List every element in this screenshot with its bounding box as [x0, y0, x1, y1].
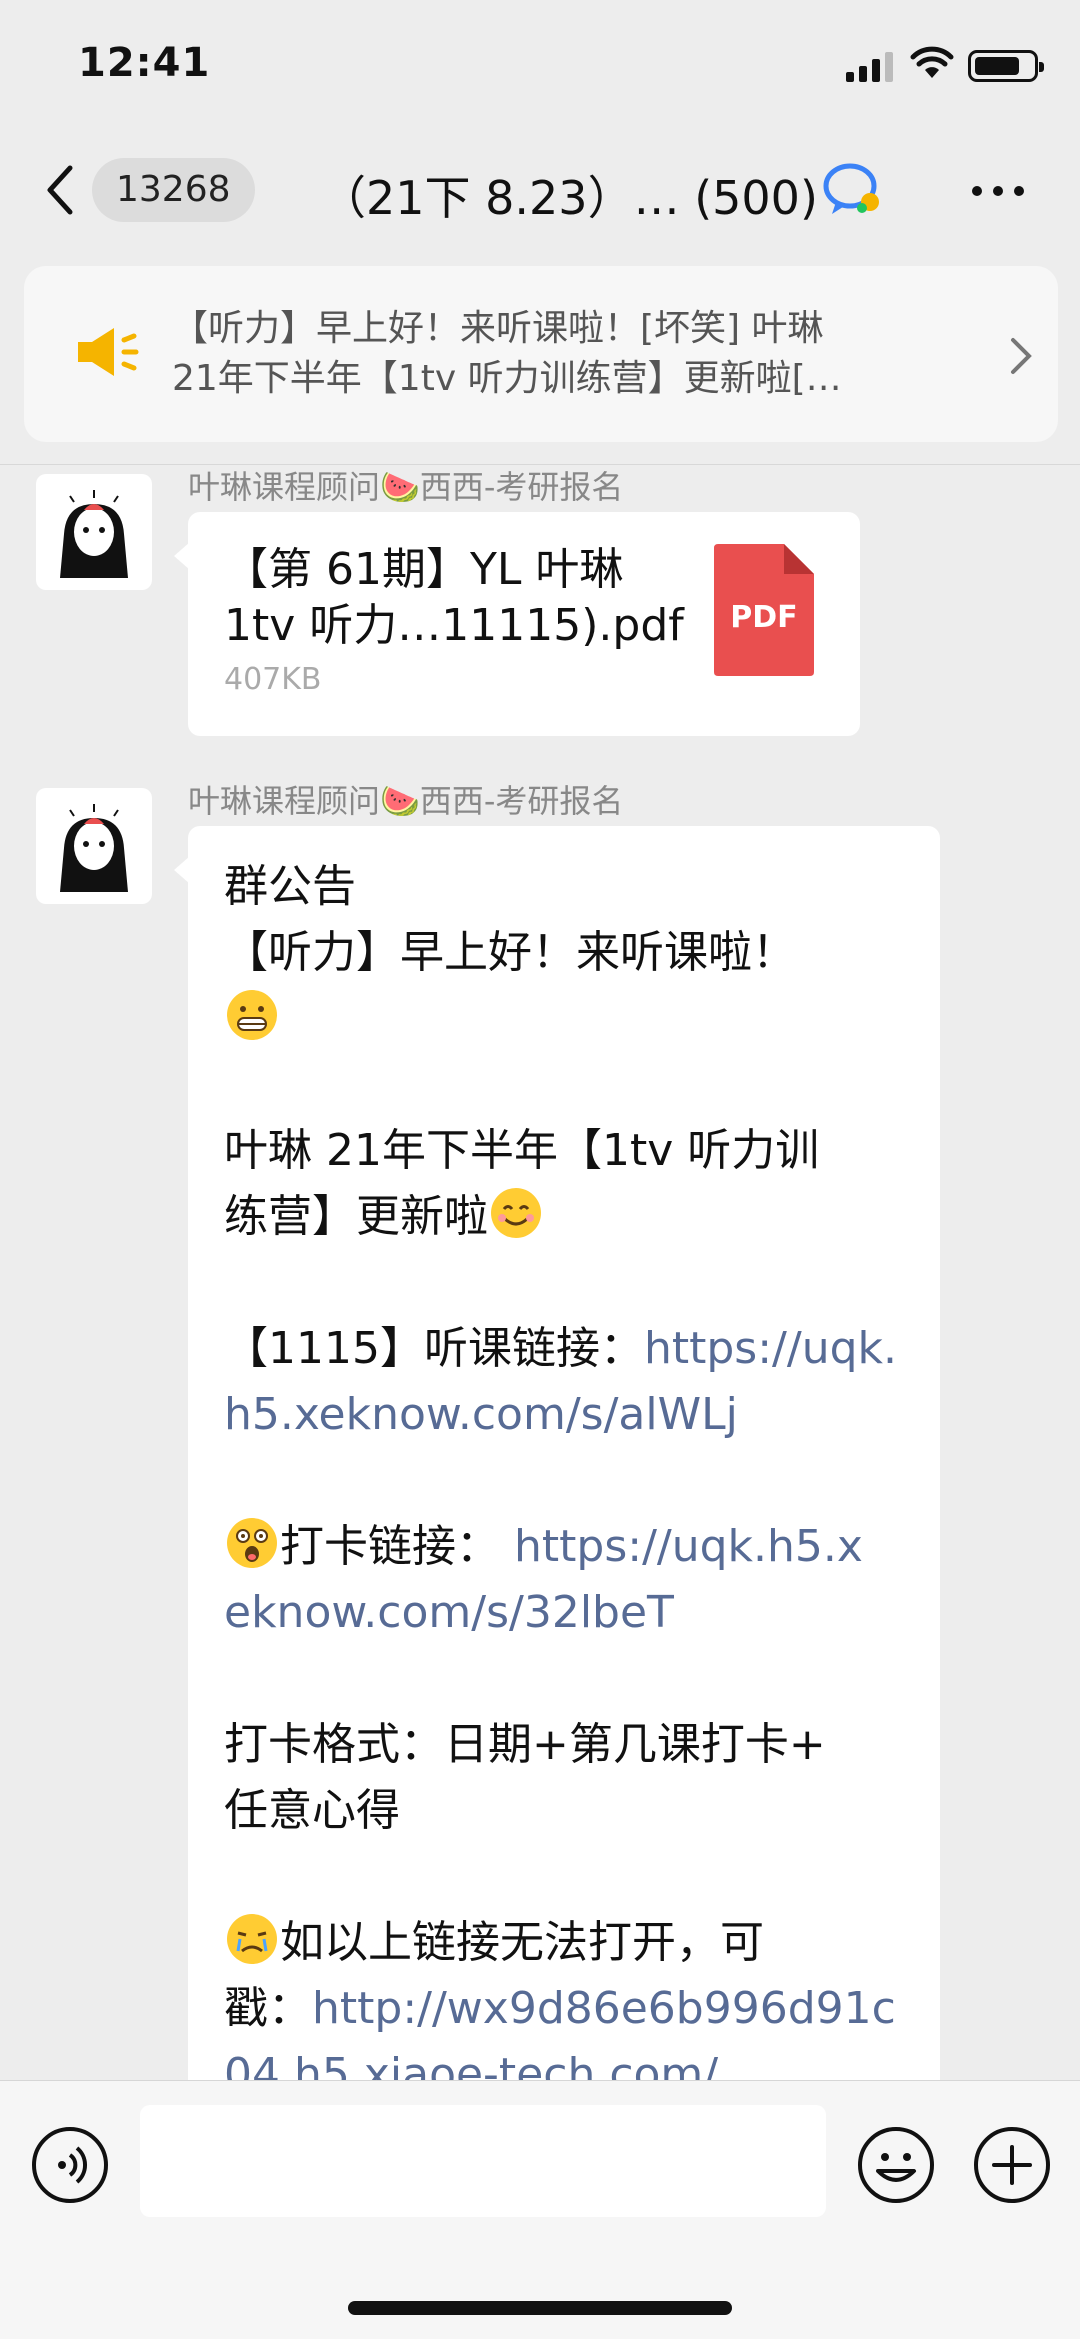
file-size: 407KB: [224, 662, 322, 697]
notice-line: 打卡格式：日期+第几课打卡+: [224, 1719, 826, 1770]
sender-name: 叶琳课程顾问🍉西西-考研报名: [188, 468, 624, 506]
surprised-emoji-icon: [227, 1518, 277, 1568]
input-bar: [0, 2080, 1080, 2339]
megaphone-icon: [78, 328, 139, 376]
notice-line: 练营】更新啦: [224, 1184, 914, 1250]
notice-greeting: 【听力】早上好！来听课啦！: [224, 927, 796, 978]
notice-line: 【1115】听课链接：https://uqk.: [224, 1316, 914, 1382]
notice-line: 如以上链接无法打开，可: [224, 1910, 914, 1976]
text-message-bubble[interactable]: 群公告 【听力】早上好！来听课啦！ 叶琳 21年下半年【1tv 听力训 练营】更…: [174, 826, 940, 2126]
voice-input-icon[interactable]: [30, 2125, 110, 2205]
notice-text: 戳：: [224, 1983, 312, 2034]
avatar[interactable]: [36, 788, 152, 904]
grin-emoji-icon: [227, 990, 277, 1040]
announcement-line-2: 21年下半年【1tv 听力训练营】更新啦[…: [172, 358, 842, 399]
lesson-link[interactable]: h5.xeknow.com/s/alWLj: [224, 1382, 914, 1448]
notice-text: 打卡链接：: [280, 1521, 514, 1572]
avatar[interactable]: [36, 474, 152, 590]
wifi-icon: [910, 46, 954, 78]
notice-line: 打卡链接： https://uqk.h5.x: [224, 1514, 914, 1580]
more-functions-plus-icon[interactable]: [972, 2125, 1052, 2205]
status-time: 12:41: [78, 40, 211, 86]
group-announcement-banner[interactable]: 【听力】早上好！来听课啦！[坏笑] 叶琳 21年下半年【1tv 听力训练营】更新…: [24, 266, 1058, 442]
notice-line: [224, 986, 914, 1052]
chevron-right-icon: [1011, 338, 1032, 374]
sender-name: 叶琳课程顾问🍉西西-考研报名: [188, 782, 624, 820]
smile-emoji-icon: [491, 1188, 541, 1238]
battery-icon: [968, 50, 1044, 82]
announcement-text: 【听力】早上好！来听课啦！[坏笑] 叶琳 21年下半年【1tv 听力训练营】更新…: [172, 304, 972, 404]
file-message-bubble[interactable]: 【第 61期】YL 叶琳 1tv 听力…11115).pdf 407KB PDF: [174, 512, 860, 736]
notice-line: 【听力】早上好！来听课啦！: [224, 920, 914, 986]
signal-icon: [846, 52, 893, 82]
notice-text: 【1115】听课链接：: [224, 1323, 644, 1374]
chat-header: 13268 （21下 8.23）… (500): [0, 140, 1080, 240]
lesson-link[interactable]: https://uqk.: [644, 1323, 897, 1374]
crying-emoji-icon: [227, 1914, 277, 1964]
home-indicator: [348, 2301, 732, 2315]
notice-line: 任意心得: [224, 1785, 400, 1836]
file-name: 【第 61期】YL 叶琳 1tv 听力…11115).pdf: [224, 542, 684, 654]
checkin-link[interactable]: https://uqk.h5.x: [514, 1521, 863, 1572]
group-chat-icon: [823, 163, 879, 214]
avatar-face-icon: [60, 490, 128, 578]
announcement-line-1: 【听力】早上好！来听课啦！[坏笑] 叶琳: [172, 308, 824, 349]
message-text: 群公告 【听力】早上好！来听课啦！ 叶琳 21年下半年【1tv 听力训 练营】更…: [224, 854, 914, 2108]
notice-heading: 群公告: [224, 861, 356, 912]
fallback-link[interactable]: http://wx9d86e6b996d91c: [312, 1983, 896, 2034]
pdf-icon-label: PDF: [730, 600, 798, 635]
message-input[interactable]: [140, 2105, 826, 2217]
notice-line: 戳：http://wx9d86e6b996d91c: [224, 1976, 914, 2042]
more-options-button[interactable]: [968, 172, 1028, 208]
file-name-line-2: 1tv 听力…11115).pdf: [224, 600, 684, 651]
unread-count-badge[interactable]: 13268: [92, 158, 255, 222]
file-name-line-1: 【第 61期】YL 叶琳: [224, 544, 624, 595]
checkin-link[interactable]: eknow.com/s/32lbeT: [224, 1580, 914, 1646]
emoji-picker-icon[interactable]: [856, 2125, 936, 2205]
notice-line: 叶琳 21年下半年【1tv 听力训: [224, 1125, 820, 1176]
chat-title: （21下 8.23）… (500): [320, 171, 818, 225]
notice-text: 如以上链接无法打开，可: [280, 1917, 764, 1968]
notice-text: 练营】更新啦: [224, 1191, 488, 1242]
back-arrow-icon[interactable]: [38, 162, 88, 218]
status-bar: 12:41: [0, 0, 1080, 130]
avatar-face-icon: [60, 804, 128, 892]
